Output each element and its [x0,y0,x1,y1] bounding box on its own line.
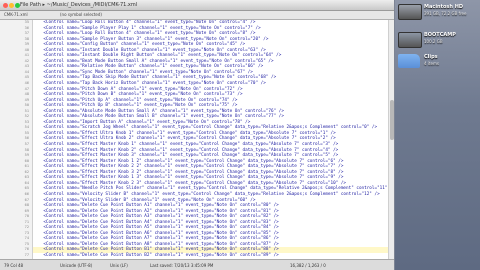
line-ending-menu[interactable]: Unix (LF) [110,260,128,270]
line-number-gutter: 35 36 37 38 39 40 41 42 43 44 45 46 47 48 49 50 51 52 53 54… [0,20,33,259]
encoding-menu[interactable]: Unicode (UTF-8) [60,260,92,270]
document-stats: 16,382 / 1,263 / 0 [290,263,326,268]
desktop-drive-bootcamp[interactable]: BOOTCAMP 100.2 GB [398,30,478,52]
code-editor[interactable]: <Control name="Loop Roll Button 4" chann… [33,20,394,259]
window-titlebar: File Path ▸ ~/Music/_Devices_/MIDI/CMK-7… [0,0,394,11]
file-tab[interactable]: CMK-71.xml [4,11,28,19]
desktop-drive-macintosh-hd[interactable]: Macintosh HD 391 GB, 72.2 GB free [398,2,478,24]
editor-window: File Path ▸ ~/Music/_Devices_/MIDI/CMK-7… [0,0,395,270]
folder-icon [398,54,420,68]
navigation-bar: CMK-71.xml (no symbol selected) [0,11,394,20]
cursor-position: 79 Col 48 [4,263,24,268]
line-number: 77 [24,252,29,257]
scrollbar-thumb[interactable] [390,100,394,140]
symbol-menu[interactable]: (no symbol selected) [60,11,102,19]
close-icon[interactable] [3,3,8,8]
status-bar: 79 Col 48 Unicode (UTF-8) Unix (LF) Last… [0,259,394,270]
hard-drive-icon [398,32,422,48]
code-line[interactable]: <Control name="Delete Cue Point Button B… [33,253,394,259]
window-title: File Path ▸ ~/Music/_Devices_/MIDI/CMK-7… [20,2,138,8]
minimize-icon[interactable] [9,3,14,8]
last-saved-text: Last saved: 7/20/13 3:45:09 PM [150,263,214,268]
desktop-folder-clips[interactable]: Clips 4 items [398,52,478,74]
vertical-scrollbar[interactable] [388,20,394,259]
hard-drive-icon [398,4,422,20]
